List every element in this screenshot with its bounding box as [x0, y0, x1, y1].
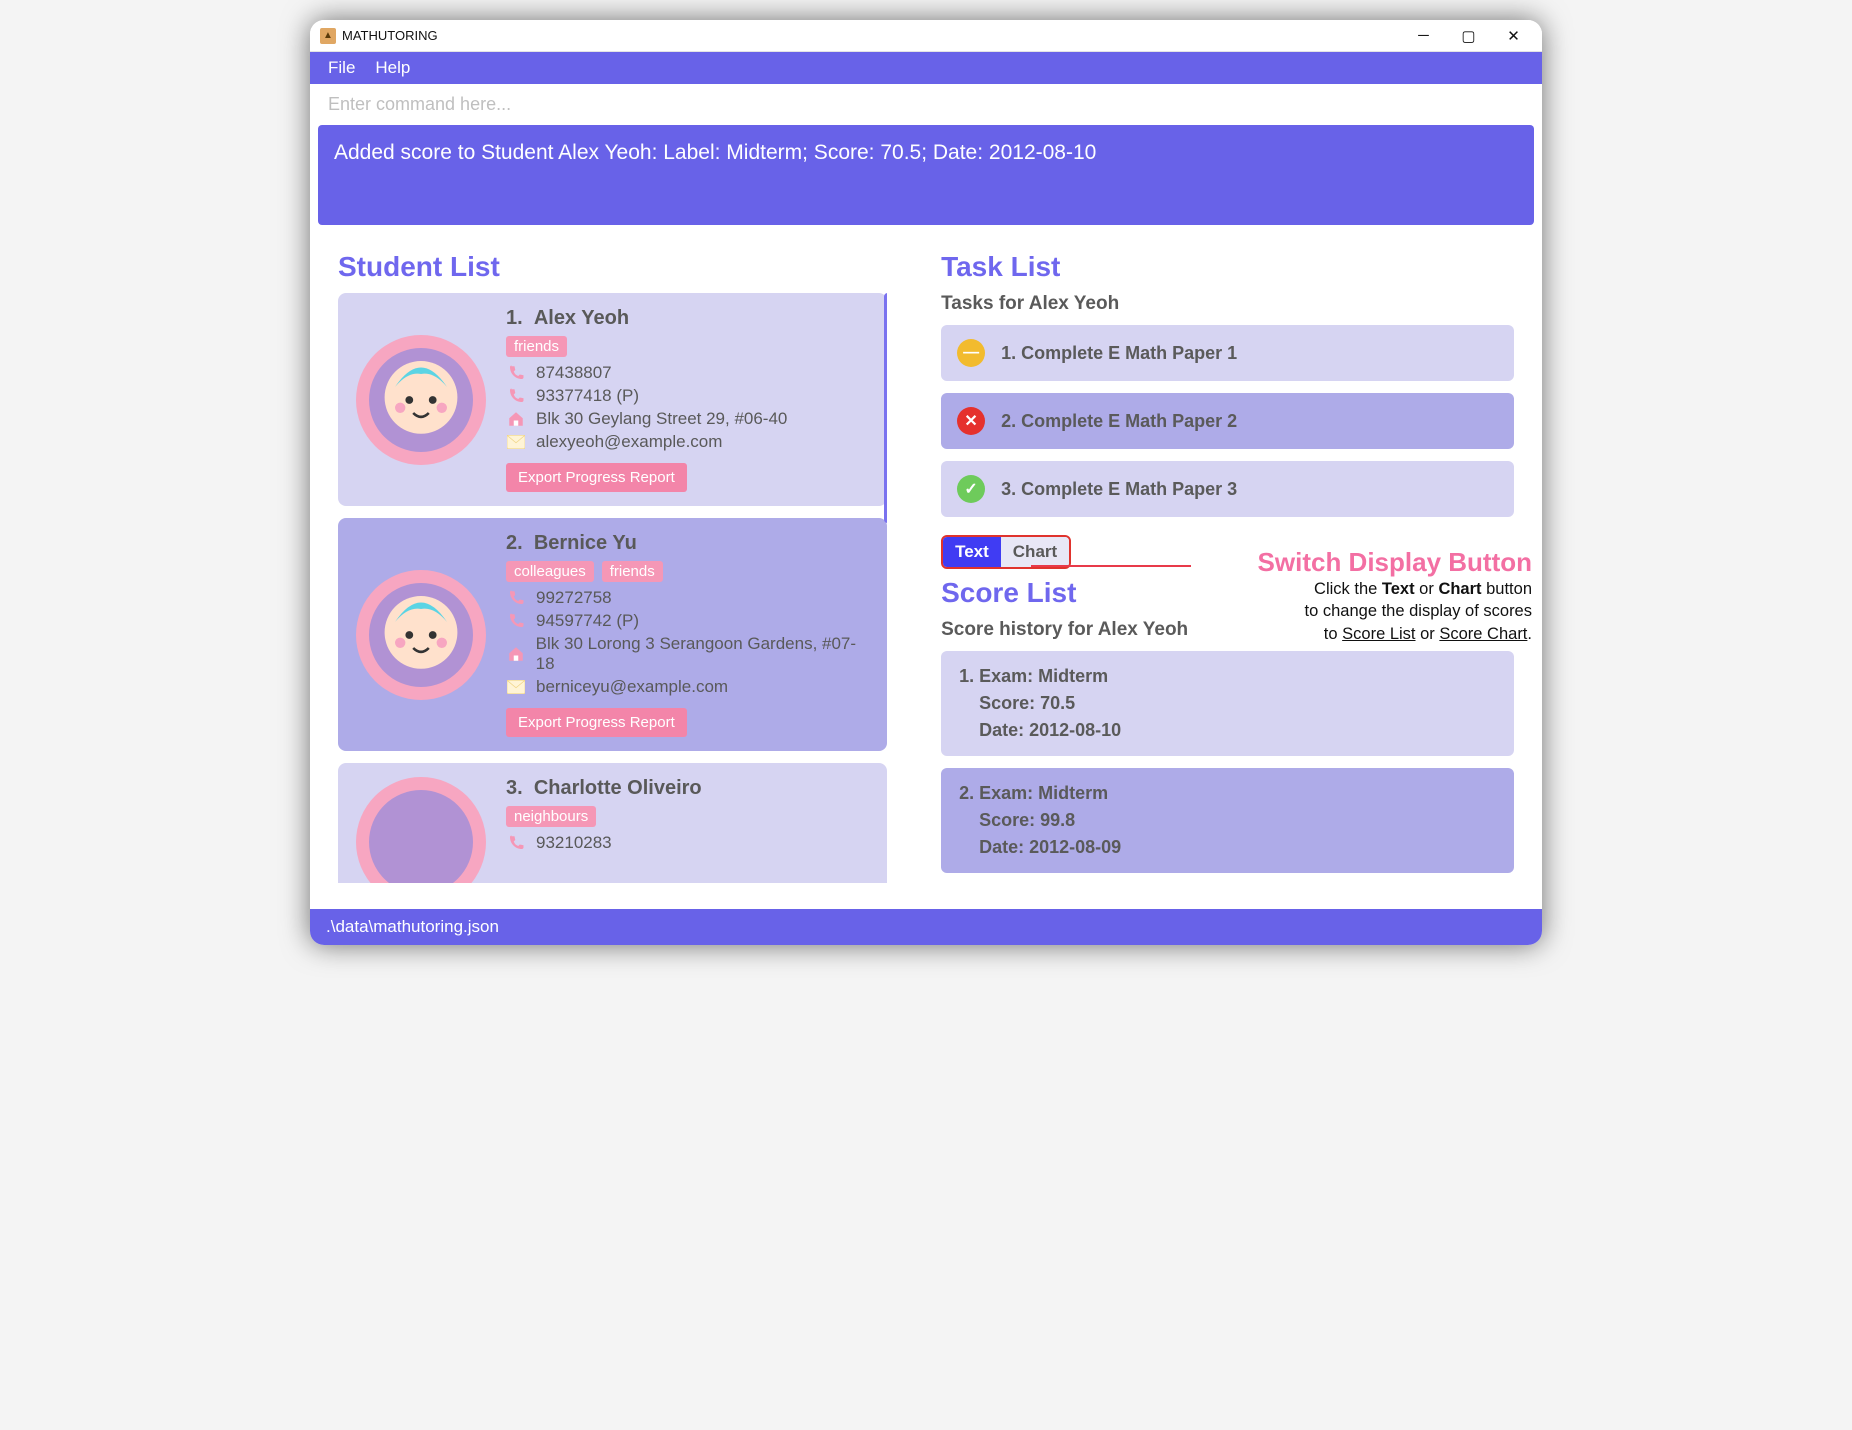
home-icon: [506, 409, 526, 429]
tag: friends: [602, 561, 663, 582]
score-value: 70.5: [1040, 693, 1075, 713]
student-index: 2.: [506, 532, 523, 554]
tag: neighbours: [506, 806, 596, 827]
command-input[interactable]: [310, 84, 1542, 125]
titlebar: ▲ MATHUTORING ─ ▢ ✕: [310, 20, 1542, 52]
task-title: Complete E Math Paper 2: [1021, 411, 1237, 431]
window-maximize-button[interactable]: ▢: [1446, 20, 1491, 52]
score-value: 99.8: [1040, 810, 1075, 830]
app-window: ▲ MATHUTORING ─ ▢ ✕ File Help Added scor…: [310, 20, 1542, 945]
score-index: 2.: [959, 783, 974, 803]
student-phone: 87438807: [536, 363, 612, 383]
task-index: 2.: [1001, 411, 1016, 431]
phone-icon: [506, 611, 526, 631]
menu-help[interactable]: Help: [371, 56, 414, 80]
task-item[interactable]: — 1. Complete E Math Paper 1: [941, 325, 1514, 381]
student-card[interactable]: 1. Alex Yeoh friends 87438807 93377418 (…: [338, 293, 887, 506]
student-name: Charlotte Oliveiro: [534, 777, 702, 799]
status-bar: .\data\mathutoring.json: [310, 909, 1542, 945]
student-card[interactable]: 3. Charlotte Oliveiro neighbours 9321028…: [338, 763, 887, 883]
student-phone: 93210283: [536, 833, 612, 853]
score-list-subhead: Score history for Alex Yeoh: [941, 619, 1514, 641]
home-icon: [506, 644, 526, 664]
student-scroll[interactable]: 1. Alex Yeoh friends 87438807 93377418 (…: [338, 293, 887, 883]
student-index: 1.: [506, 307, 523, 329]
result-message: Added score to Student Alex Yeoh: Label:…: [318, 125, 1534, 225]
window-title: MATHUTORING: [342, 28, 438, 43]
right-panel: Task List Tasks for Alex Yeoh — 1. Compl…: [923, 237, 1532, 899]
score-display-toggle: Text Chart: [941, 535, 1071, 569]
content: Student List 1. Alex Yeoh friends 874388…: [310, 231, 1542, 909]
phone-icon: [506, 833, 526, 853]
export-progress-button[interactable]: Export Progress Report: [506, 708, 687, 737]
avatar-icon: [356, 570, 486, 700]
scrollbar-thumb[interactable]: [884, 293, 887, 523]
student-phone: 99272758: [536, 588, 612, 608]
student-parent-phone: 94597742 (P): [536, 611, 639, 631]
window-close-button[interactable]: ✕: [1491, 20, 1536, 52]
task-index: 1.: [1001, 343, 1016, 363]
status-late-icon: —: [957, 339, 985, 367]
score-exam: Midterm: [1038, 783, 1108, 803]
toggle-text-button[interactable]: Text: [943, 537, 1001, 567]
phone-icon: [506, 363, 526, 383]
task-index: 3.: [1001, 479, 1016, 499]
score-list-heading: Score List: [941, 577, 1514, 609]
annotation-title: Switch Display Button: [1232, 547, 1532, 578]
status-done-icon: ✓: [957, 475, 985, 503]
student-name: Alex Yeoh: [534, 307, 629, 329]
command-area: [310, 84, 1542, 125]
avatar-icon: [356, 777, 486, 883]
toggle-chart-button[interactable]: Chart: [1001, 537, 1069, 567]
student-panel: Student List 1. Alex Yeoh friends 874388…: [320, 237, 905, 899]
status-cancel-icon: ✕: [957, 407, 985, 435]
window-minimize-button[interactable]: ─: [1401, 20, 1446, 52]
mail-icon: [506, 677, 526, 697]
tag: friends: [506, 336, 567, 357]
mail-icon: [506, 432, 526, 452]
score-exam: Midterm: [1038, 666, 1108, 686]
score-date: 2012-08-09: [1029, 837, 1121, 857]
task-list-subhead: Tasks for Alex Yeoh: [941, 293, 1514, 315]
student-address: Blk 30 Lorong 3 Serangoon Gardens, #07-1…: [536, 634, 869, 674]
export-progress-button[interactable]: Export Progress Report: [506, 463, 687, 492]
score-date: 2012-08-10: [1029, 720, 1121, 740]
menu-file[interactable]: File: [324, 56, 359, 80]
student-parent-phone: 93377418 (P): [536, 386, 639, 406]
student-name: Bernice Yu: [534, 532, 637, 554]
score-item: 2. Exam: Midterm Score: 99.8 Date: 2012-…: [941, 768, 1514, 873]
task-title: Complete E Math Paper 1: [1021, 343, 1237, 363]
task-list-heading: Task List: [941, 251, 1514, 283]
avatar-icon: [356, 335, 486, 465]
student-card[interactable]: 2. Bernice Yu colleagues friends 9927275…: [338, 518, 887, 751]
student-email: alexyeoh@example.com: [536, 432, 722, 452]
app-icon: ▲: [320, 28, 336, 44]
score-index: 1.: [959, 666, 974, 686]
student-address: Blk 30 Geylang Street 29, #06-40: [536, 409, 787, 429]
student-index: 3.: [506, 777, 523, 799]
task-title: Complete E Math Paper 3: [1021, 479, 1237, 499]
phone-icon: [506, 386, 526, 406]
phone-icon: [506, 588, 526, 608]
score-item: 1. Exam: Midterm Score: 70.5 Date: 2012-…: [941, 651, 1514, 756]
student-email: berniceyu@example.com: [536, 677, 728, 697]
menubar: File Help: [310, 52, 1542, 84]
tag: colleagues: [506, 561, 594, 582]
task-item[interactable]: ✕ 2. Complete E Math Paper 2: [941, 393, 1514, 449]
task-item[interactable]: ✓ 3. Complete E Math Paper 3: [941, 461, 1514, 517]
student-list-heading: Student List: [338, 251, 887, 283]
